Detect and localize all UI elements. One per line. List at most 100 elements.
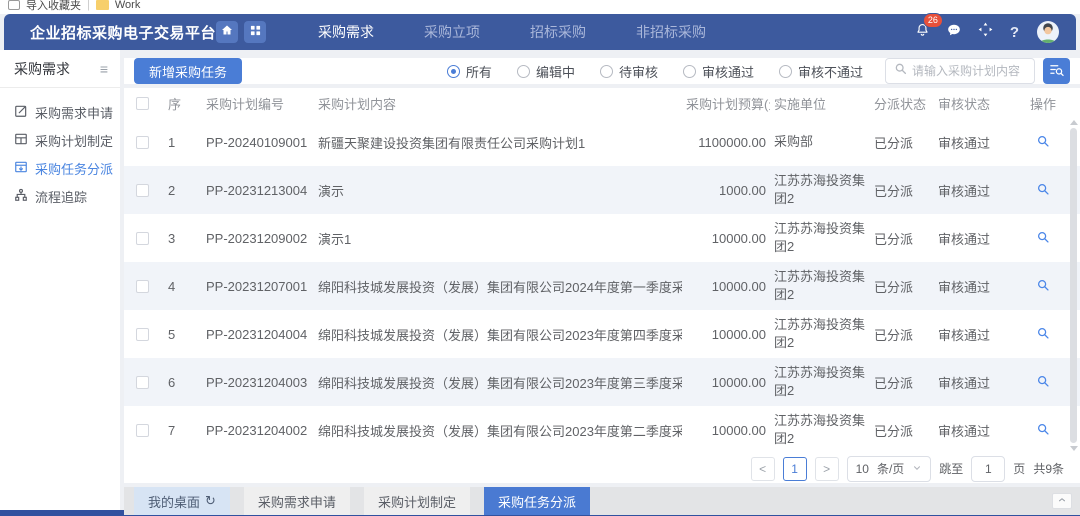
opened-tabs-bar: 我的桌面 ↻ 采购需求申请 采购计划制定 采购任务分派 bbox=[124, 487, 1080, 515]
nav-tab-purchase-initiation[interactable]: 采购立项 bbox=[424, 22, 480, 42]
sidebar-item-purchase-task-dispatch[interactable]: 采购任务分派 bbox=[0, 154, 120, 182]
search-icon bbox=[894, 62, 907, 80]
row-plan-code: PP-20240109001 bbox=[206, 135, 314, 150]
flow-chart-icon bbox=[14, 188, 28, 205]
page-number-button[interactable]: 1 bbox=[783, 457, 807, 481]
home-button[interactable] bbox=[216, 21, 238, 43]
row-implementing-unit: 江苏苏海投资集团2 bbox=[774, 316, 870, 351]
sidebar-item-label: 采购需求申请 bbox=[35, 103, 113, 122]
tab-purchase-plan-formulation[interactable]: 采购计划制定 bbox=[364, 487, 470, 515]
view-detail-button[interactable] bbox=[1036, 422, 1050, 436]
notification-badge: 26 bbox=[923, 13, 943, 28]
notification-button[interactable]: 26 bbox=[915, 22, 930, 42]
advanced-search-button[interactable] bbox=[1043, 58, 1070, 84]
chevron-down-icon bbox=[912, 462, 922, 476]
user-avatar[interactable] bbox=[1036, 20, 1060, 44]
view-detail-button[interactable] bbox=[1036, 326, 1050, 340]
bookmark-import-label[interactable]: 导入收藏夹 bbox=[26, 0, 81, 13]
search-box bbox=[885, 58, 1035, 84]
filter-label: 编辑中 bbox=[536, 62, 575, 81]
status-filter-radio[interactable]: 待审核 bbox=[600, 62, 658, 81]
sidebar-item-purchase-plan-formulation[interactable]: 采购计划制定 bbox=[0, 126, 120, 154]
view-detail-button[interactable] bbox=[1036, 374, 1050, 388]
column-audit-status: 审核状态 bbox=[938, 94, 1016, 113]
nav-tab-bidding-purchase[interactable]: 招标采购 bbox=[530, 22, 586, 42]
view-detail-button[interactable] bbox=[1036, 134, 1050, 148]
row-implementing-unit: 江苏苏海投资集团2 bbox=[774, 364, 870, 399]
sidebar: 采购需求 ≡ 采购需求申请 采购计划制定 采购任务分派 bbox=[0, 50, 120, 510]
view-detail-button[interactable] bbox=[1036, 182, 1050, 196]
row-seq: 2 bbox=[168, 183, 202, 198]
row-audit-status: 审核通过 bbox=[938, 133, 1016, 152]
sidebar-item-label: 流程追踪 bbox=[35, 187, 87, 206]
table-row: 3 PP-20231209002 演示1 10000.00 江苏苏海投资集团2 … bbox=[124, 214, 1080, 262]
sidebar-item-label: 采购任务分派 bbox=[35, 159, 113, 178]
row-plan-code: PP-20231204004 bbox=[206, 327, 314, 342]
search-input[interactable] bbox=[912, 64, 1026, 78]
tab-purchase-demand-application[interactable]: 采购需求申请 bbox=[244, 487, 350, 515]
row-plan-code: PP-20231204002 bbox=[206, 423, 314, 438]
row-audit-status: 审核通过 bbox=[938, 421, 1016, 440]
tab-my-desktop[interactable]: 我的桌面 ↻ bbox=[134, 487, 230, 515]
apps-grid-button[interactable] bbox=[244, 21, 266, 43]
add-purchase-task-button[interactable]: 新增采购任务 bbox=[134, 58, 242, 84]
sidebar-item-process-tracking[interactable]: 流程追踪 bbox=[0, 182, 120, 210]
row-audit-status: 审核通过 bbox=[938, 277, 1016, 296]
row-implementing-unit: 江苏苏海投资集团2 bbox=[774, 172, 870, 207]
page-size-select[interactable]: 10 条/页 bbox=[847, 456, 932, 482]
edit-square-icon bbox=[14, 104, 28, 121]
bookmark-work-folder[interactable]: Work bbox=[115, 0, 140, 11]
tab-purchase-task-dispatch[interactable]: 采购任务分派 bbox=[484, 487, 590, 515]
radio-icon bbox=[600, 65, 613, 78]
row-seq: 5 bbox=[168, 327, 202, 342]
column-plan-content: 采购计划内容 bbox=[318, 94, 682, 113]
jump-page-input[interactable] bbox=[971, 456, 1005, 482]
row-dispatch-status: 已分派 bbox=[874, 373, 934, 392]
row-plan-content: 演示1 bbox=[318, 229, 682, 248]
scrollbar-thumb[interactable] bbox=[1070, 128, 1077, 443]
scroll-down-arrow-icon[interactable] bbox=[1070, 446, 1078, 451]
navigation-button[interactable] bbox=[978, 22, 993, 42]
status-filter-radio[interactable]: 审核不通过 bbox=[779, 62, 863, 81]
help-button[interactable]: ? bbox=[1010, 24, 1019, 41]
row-checkbox[interactable] bbox=[136, 232, 149, 245]
next-page-button[interactable]: > bbox=[815, 457, 839, 481]
row-checkbox[interactable] bbox=[136, 424, 149, 437]
row-checkbox[interactable] bbox=[136, 280, 149, 293]
row-checkbox[interactable] bbox=[136, 328, 149, 341]
row-seq: 1 bbox=[168, 135, 202, 150]
sidebar-item-purchase-demand-application[interactable]: 采购需求申请 bbox=[0, 98, 120, 126]
row-checkbox[interactable] bbox=[136, 136, 149, 149]
column-plan-budget: 采购计划预算(元) bbox=[686, 94, 770, 113]
grid-icon bbox=[250, 23, 261, 41]
status-filter-radio[interactable]: 编辑中 bbox=[517, 62, 575, 81]
radio-icon bbox=[517, 65, 530, 78]
messages-button[interactable] bbox=[947, 23, 961, 42]
row-checkbox[interactable] bbox=[136, 184, 149, 197]
select-all-checkbox[interactable] bbox=[136, 97, 149, 110]
row-budget: 10000.00 bbox=[686, 327, 770, 342]
table-scrollbar[interactable] bbox=[1069, 120, 1078, 451]
tab-label: 采购计划制定 bbox=[378, 492, 456, 511]
nav-tab-non-bidding-purchase[interactable]: 非招标采购 bbox=[636, 22, 706, 42]
radio-icon bbox=[447, 65, 460, 78]
status-filter-radio[interactable]: 审核通过 bbox=[683, 62, 754, 81]
collapse-tabbar-button[interactable] bbox=[1052, 493, 1072, 509]
row-checkbox[interactable] bbox=[136, 376, 149, 389]
view-detail-button[interactable] bbox=[1036, 278, 1050, 292]
nav-tab-purchase-demand[interactable]: 采购需求 bbox=[318, 22, 374, 42]
filter-label: 审核通过 bbox=[702, 62, 754, 81]
tab-label: 采购需求申请 bbox=[258, 492, 336, 511]
refresh-icon[interactable]: ↻ bbox=[205, 493, 216, 509]
view-detail-button[interactable] bbox=[1036, 230, 1050, 244]
sidebar-collapse-icon[interactable]: ≡ bbox=[100, 61, 108, 77]
bookmark-divider: | bbox=[87, 0, 90, 11]
row-plan-code: PP-20231213004 bbox=[206, 183, 314, 198]
row-seq: 4 bbox=[168, 279, 202, 294]
row-plan-content: 新疆天聚建设投资集团有限责任公司采购计划1 bbox=[318, 133, 682, 152]
scroll-up-arrow-icon[interactable] bbox=[1070, 120, 1078, 125]
status-filter-radio[interactable]: 所有 bbox=[447, 62, 492, 81]
row-dispatch-status: 已分派 bbox=[874, 181, 934, 200]
row-implementing-unit: 江苏苏海投资集团2 bbox=[774, 412, 870, 447]
prev-page-button[interactable]: < bbox=[751, 457, 775, 481]
